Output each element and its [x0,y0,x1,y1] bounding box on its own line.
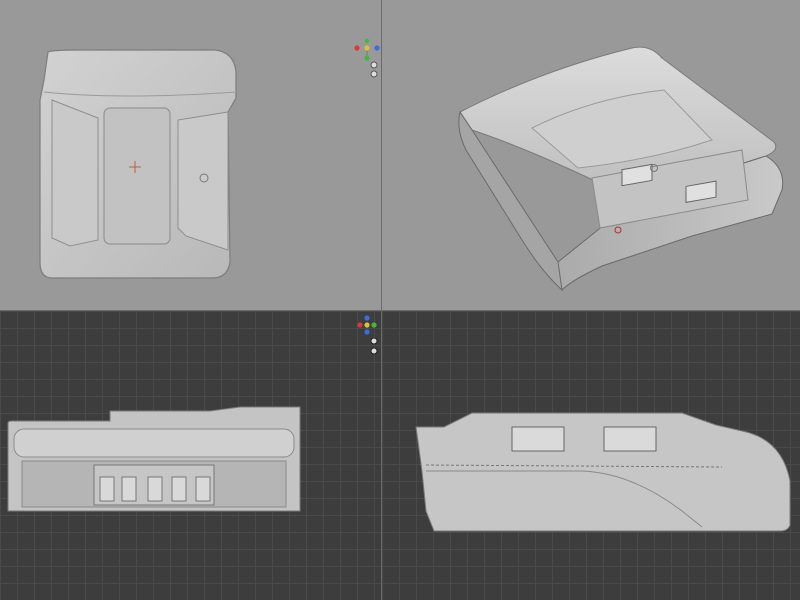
front-top-rail [13,428,295,458]
usb-port-icon [511,426,565,452]
right-recess [177,111,229,251]
top-view-viewport[interactable] [0,0,381,310]
front-view-viewport[interactable] [0,311,381,600]
top-view-model [39,49,237,279]
view-gizmo-icon[interactable] [352,313,381,359]
side-view-model [415,412,791,532]
left-recess [51,99,99,247]
perspective-model [458,46,784,292]
view-gizmo-icon[interactable] [352,38,381,84]
perspective-viewport[interactable] [382,0,800,310]
usb-port-icon [603,426,657,452]
side-view-viewport[interactable] [382,311,800,600]
center-pad [103,107,171,245]
side-enclosure-outline [415,412,791,532]
front-ports [93,464,215,506]
front-view-model [7,406,301,512]
